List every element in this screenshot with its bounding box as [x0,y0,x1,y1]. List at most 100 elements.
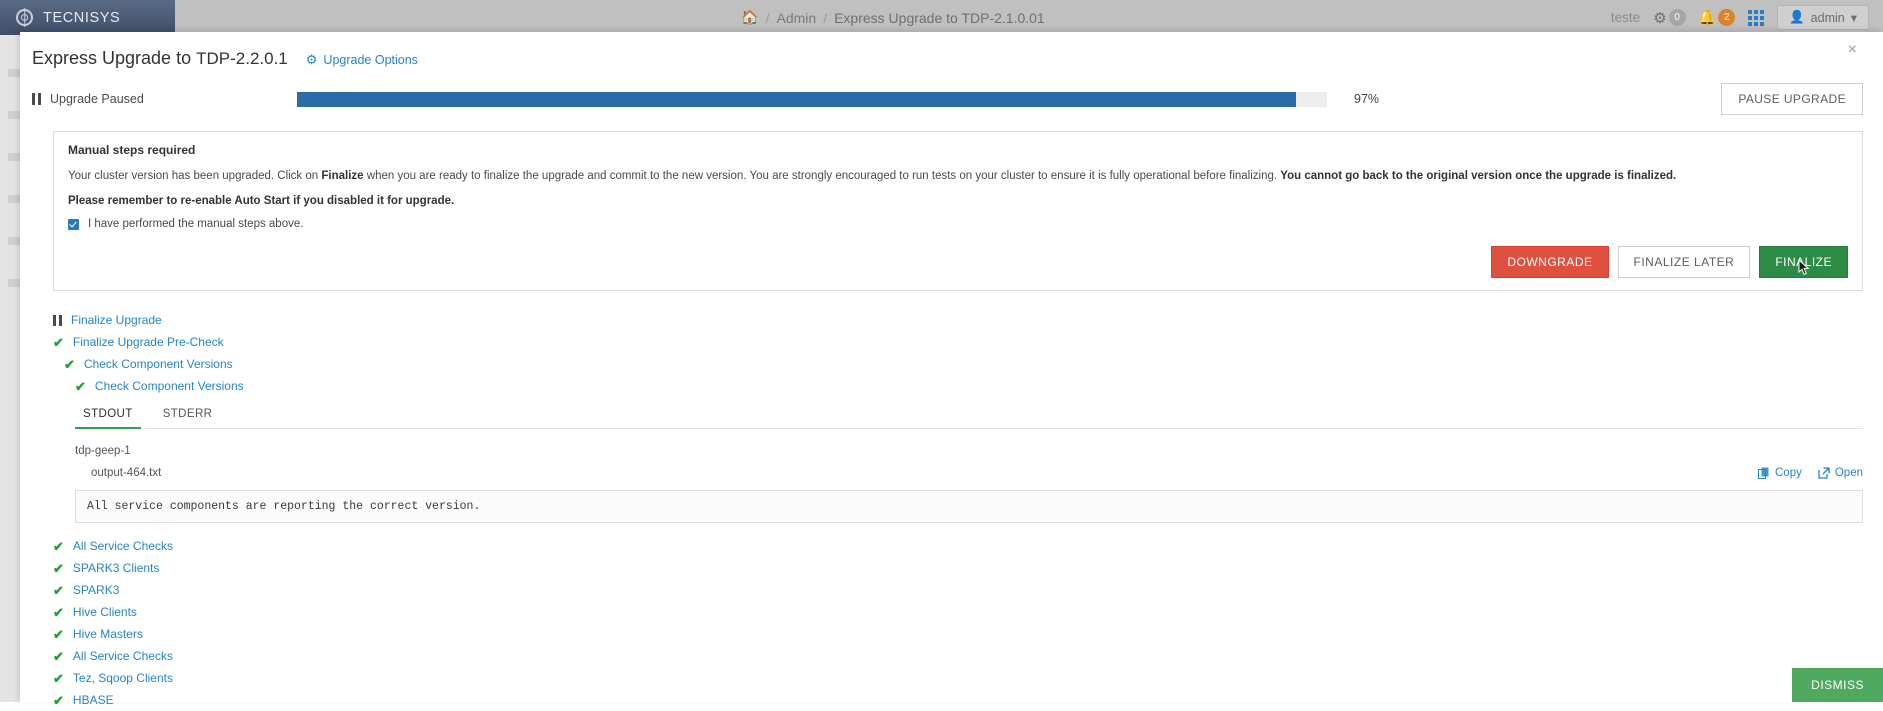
upgrade-progress-row: Upgrade Paused 97% PAUSE UPGRADE [20,79,1883,119]
chevron-down-icon: ▾ [1851,10,1857,25]
tab-stdout[interactable]: STDOUT [75,402,141,429]
page-title: Express Upgrade to TDP-2.2.0.1 [32,48,288,69]
task-label: SPARK3 Clients [73,561,159,575]
external-link-icon [1818,467,1830,479]
task-label: All Service Checks [73,649,173,663]
task-hive-masters[interactable]: ✔ Hive Masters [53,623,1863,645]
upgrade-task-tree-bottom: ✔ All Service Checks ✔ SPARK3 Clients ✔ … [20,523,1883,711]
check-icon: ✔ [64,358,75,371]
output-file-name: output-464.txt [91,467,161,479]
check-icon: ✔ [53,694,64,707]
operations-indicator[interactable]: ⚙ 0 [1653,9,1685,27]
upgrade-task-tree: Finalize Upgrade ✔ Finalize Upgrade Pre-… [20,291,1883,397]
home-icon[interactable]: 🏠 [741,9,758,26]
breadcrumb: 🏠 / Admin / Express Upgrade to TDP-2.1.0… [175,9,1611,26]
upgrade-options-label: Upgrade Options [323,53,418,67]
finalize-button-label: FINALIZE [1775,255,1832,269]
task-all-service-checks-2[interactable]: ✔ All Service Checks [53,645,1863,667]
task-label: Check Component Versions [95,379,244,393]
manual-steps-bold-finalize: Finalize [321,170,363,182]
task-label: Tez, Sqoop Clients [73,671,173,685]
task-label: Hive Clients [73,605,137,619]
output-file-actions: Copy Open [1758,467,1863,479]
dialog-footer: DISMISS [1792,668,1883,702]
check-icon: ✔ [53,650,64,663]
progress-bar [297,92,1327,107]
task-label: SPARK3 [73,583,119,597]
check-icon: ✔ [53,562,64,575]
user-icon: 👤 [1789,10,1805,25]
top-navigation-bar: TECNISYS 🏠 / Admin / Express Upgrade to … [0,0,1883,35]
copy-icon [1758,467,1770,479]
finalize-button[interactable]: FINALIZE [1759,246,1848,278]
task-label: Finalize Upgrade Pre-Check [73,335,224,349]
dialog-header: Express Upgrade to TDP-2.2.0.1 ⚙ Upgrade… [20,32,1883,79]
upgrade-status-label: Upgrade Paused [50,92,144,106]
top-navigation-right: teste ⚙ 0 🔔 2 👤 admin ▾ [1611,5,1883,30]
task-check-component-versions[interactable]: ✔ Check Component Versions [53,375,1863,397]
manual-steps-confirm-row[interactable]: I have performed the manual steps above. [68,218,1848,230]
manual-steps-checkbox-label: I have performed the manual steps above. [88,218,303,230]
close-icon[interactable]: × [1848,42,1857,58]
operations-badge: 0 [1669,9,1686,26]
manual-steps-text-1: Your cluster version has been upgraded. … [68,170,321,182]
task-spark3[interactable]: ✔ SPARK3 [53,579,1863,601]
progress-percent: 97% [1327,92,1417,106]
grid-apps-icon[interactable] [1748,10,1764,26]
brand-logo[interactable]: TECNISYS [0,0,175,35]
compass-logo-icon [16,9,33,26]
upgrade-status: Upgrade Paused [32,92,297,106]
task-finalize-upgrade-precheck[interactable]: ✔ Finalize Upgrade Pre-Check [53,331,1863,353]
output-host-label: tdp-geep-1 [75,429,1863,457]
output-tabs: STDOUT STDERR [75,401,1863,429]
pause-icon [53,315,62,326]
task-label: Check Component Versions [84,357,233,371]
manual-steps-reminder: Please remember to re-enable Auto Start … [68,195,1848,207]
open-output-link[interactable]: Open [1818,467,1863,479]
express-upgrade-dialog: × Express Upgrade to TDP-2.2.0.1 ⚙ Upgra… [20,32,1883,702]
admin-menu-label: admin [1811,11,1845,25]
copy-output-link[interactable]: Copy [1758,467,1802,479]
task-finalize-upgrade[interactable]: Finalize Upgrade [53,309,1863,331]
open-label: Open [1835,467,1863,479]
task-tez-sqoop-clients[interactable]: ✔ Tez, Sqoop Clients [53,667,1863,689]
breadcrumb-separator-1: / [766,10,770,26]
admin-menu-button[interactable]: 👤 admin ▾ [1777,5,1869,30]
check-icon: ✔ [53,540,64,553]
gears-icon: ⚙ [306,52,318,68]
downgrade-button[interactable]: DOWNGRADE [1491,246,1608,278]
bell-icon: 🔔 [1699,9,1716,26]
task-all-service-checks-1[interactable]: ✔ All Service Checks [53,535,1863,557]
task-label: HBASE [73,693,114,707]
task-check-component-versions-group[interactable]: ✔ Check Component Versions [53,353,1863,375]
alerts-badge: 2 [1718,9,1735,26]
task-hive-clients[interactable]: ✔ Hive Clients [53,601,1863,623]
manual-steps-panel: Manual steps required Your cluster versi… [53,131,1863,291]
manual-steps-text-2: when you are ready to finalize the upgra… [364,170,1281,182]
finalize-later-button[interactable]: FINALIZE LATER [1618,246,1751,278]
check-icon: ✔ [53,628,64,641]
gear-icon: ⚙ [1653,9,1666,27]
breadcrumb-admin[interactable]: Admin [777,10,817,26]
copy-label: Copy [1775,467,1802,479]
check-icon: ✔ [53,584,64,597]
breadcrumb-current: Express Upgrade to TDP-2.1.0.01 [834,10,1045,26]
task-spark3-clients[interactable]: ✔ SPARK3 Clients [53,557,1863,579]
application-root: TECNISYS 🏠 / Admin / Express Upgrade to … [0,0,1883,702]
check-icon: ✔ [53,672,64,685]
upgrade-options-link[interactable]: ⚙ Upgrade Options [306,52,418,68]
tab-stderr[interactable]: STDERR [155,402,221,429]
output-file-row: output-464.txt Copy [75,457,1863,483]
manual-steps-checkbox[interactable] [68,219,79,230]
alerts-indicator[interactable]: 🔔 2 [1699,9,1735,26]
manual-steps-actions: DOWNGRADE FINALIZE LATER FINALIZE [68,246,1848,278]
manual-steps-bold-warning: You cannot go back to the original versi… [1280,170,1676,182]
manual-steps-description: Your cluster version has been upgraded. … [68,168,1848,185]
output-content: All service components are reporting the… [75,490,1863,523]
cluster-name-label: teste [1611,10,1640,25]
check-icon: ✔ [53,336,64,349]
pause-upgrade-button[interactable]: PAUSE UPGRADE [1721,83,1863,115]
task-hbase[interactable]: ✔ HBASE [53,689,1863,711]
dismiss-button[interactable]: DISMISS [1792,668,1883,702]
dialog-title-prefix: Express Upgrade to [32,48,191,68]
